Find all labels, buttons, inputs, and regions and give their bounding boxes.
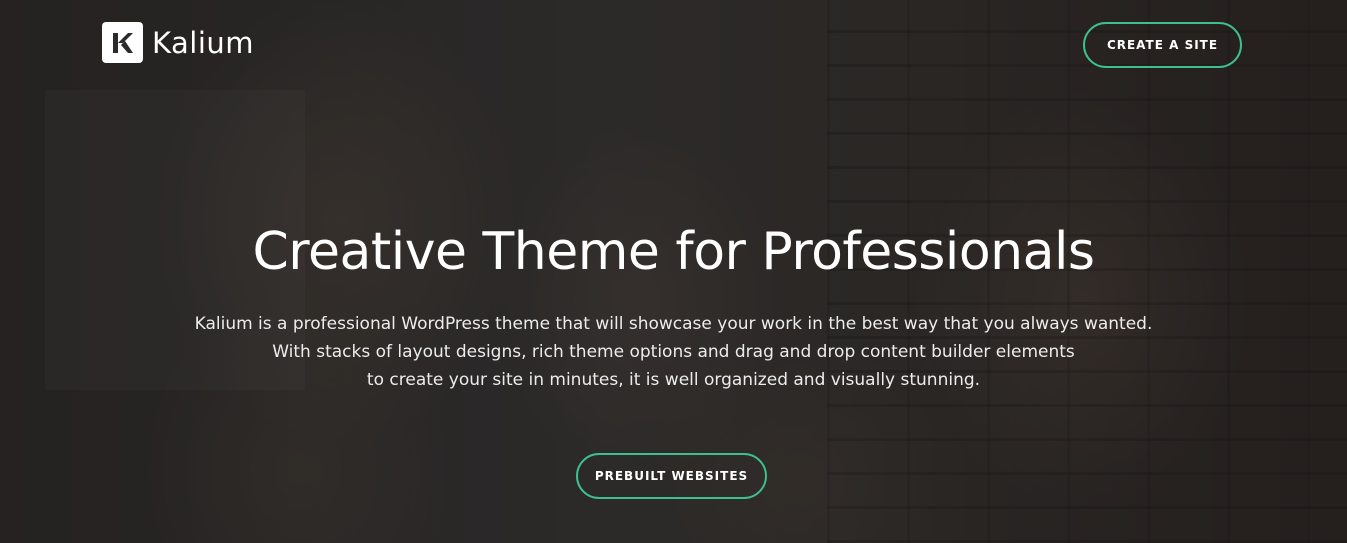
hero-section: Kalium CREATE A SITE Creative Theme for … xyxy=(0,0,1347,543)
hero-title: Creative Theme for Professionals xyxy=(252,222,1095,282)
create-a-site-button[interactable]: CREATE A SITE xyxy=(1083,22,1242,68)
site-logo[interactable]: Kalium xyxy=(102,22,254,63)
hero-description-line: With stacks of layout designs, rich them… xyxy=(272,342,1075,362)
hero-description-line: Kalium is a professional WordPress theme… xyxy=(194,314,1153,334)
logo-text: Kalium xyxy=(152,25,255,60)
kalium-k-logo-icon xyxy=(102,22,143,63)
hero-description: Kalium is a professional WordPress theme… xyxy=(0,310,1347,394)
prebuilt-websites-button[interactable]: PREBUILT WEBSITES xyxy=(576,453,767,499)
hero-description-line: to create your site in minutes, it is we… xyxy=(366,370,981,390)
